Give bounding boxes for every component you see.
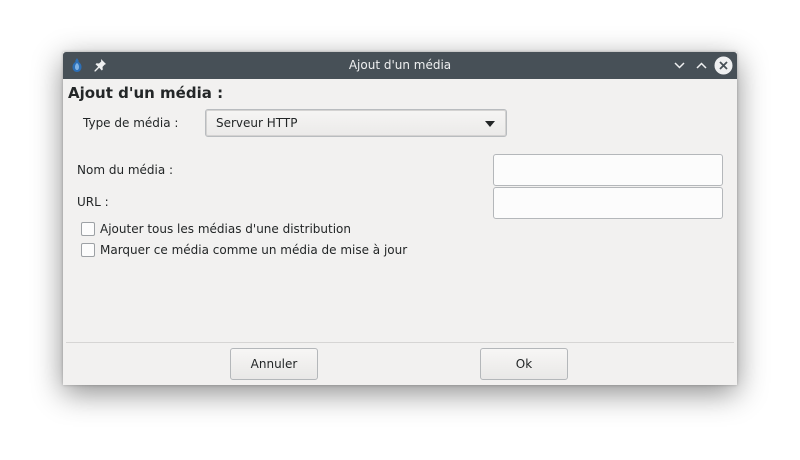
media-name-input[interactable] — [493, 154, 723, 186]
ok-button[interactable]: Ok — [480, 348, 568, 380]
form-heading: Ajout d'un média : — [68, 84, 224, 102]
title-bar[interactable]: Ajout d'un média — [63, 52, 737, 79]
url-input[interactable] — [493, 187, 723, 219]
media-type-label: Type de média : — [83, 116, 179, 130]
window-title: Ajout d'un média — [348, 58, 452, 72]
minimize-icon[interactable] — [669, 55, 690, 76]
chevron-down-icon — [485, 121, 495, 127]
maximize-icon[interactable] — [691, 55, 712, 76]
separator — [66, 342, 734, 343]
checkbox-label[interactable]: Ajouter tous les médias d'une distributi… — [100, 221, 351, 238]
media-type-value: Serveur HTTP — [216, 116, 298, 130]
dialog-window: Ajout d'un média Ajout d'un média : Type… — [63, 52, 737, 385]
checkbox-box[interactable] — [81, 243, 95, 257]
close-icon[interactable] — [713, 55, 734, 76]
media-name-label: Nom du média : — [77, 163, 174, 177]
cancel-button[interactable]: Annuler — [230, 348, 318, 380]
checkbox-box[interactable] — [81, 222, 95, 236]
media-type-select[interactable]: Serveur HTTP — [205, 109, 507, 137]
checkbox-label[interactable]: Marquer ce média comme un média de mise … — [100, 242, 407, 259]
url-label: URL : — [77, 195, 109, 209]
